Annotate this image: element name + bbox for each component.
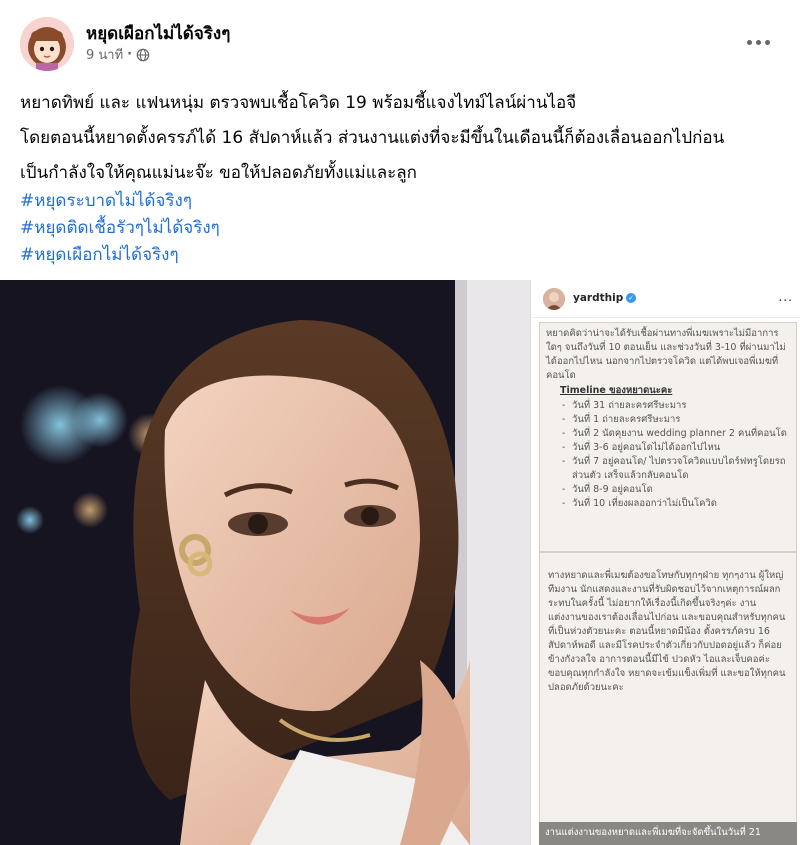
ig-header: yardthip ✓ ... [531,280,800,318]
ig-avatar [543,288,565,310]
hashtag-link[interactable]: #หยุดติดเชื้อรัวๆไม่ได้จริงๆ [20,215,220,242]
post-header: หยุดเผือกไม่ได้จริงๆ 9 นาที · [0,0,800,80]
ig-username-text: yardthip [573,292,624,304]
portrait-photo [0,280,530,845]
ig-username: yardthip ✓ [573,292,637,304]
ig-note-timeline: หยาดคิดว่าน่าจะได้รับเชื้อผ่านทางพี่เมฆเ… [539,322,797,552]
ig-note-apology: ทางหยาดและพี่เมฆต้องขอโทษกับทุกๆฝ่าย ทุก… [539,552,797,842]
page-name[interactable]: หยุดเผือกไม่ได้จริงๆ [86,20,230,47]
post-text-line: เป็นกำลังใจให้คุณแม่นะจ๊ะ ขอให้ปลอดภัยทั… [20,163,417,183]
timeline-item: วันที่ 31 ถ่ายละครศรีษะมาร [546,399,790,413]
post-image[interactable]: yardthip ✓ ... หยาดคิดว่าน่าจะได้รับเชื้อ… [0,280,800,845]
timeline-item: วันที่ 7 อยู่คอนโด/ ไปตรวจโควิดแบบไดร์ฟท… [546,455,790,483]
timeline-item: วันที่ 3-6 อยู่คอนโดไม่ได้ออกไปไหน [546,441,790,455]
timeline-item: วันที่ 2 นัดคุยงาน wedding planner 2 คนท… [546,427,790,441]
post-time[interactable]: 9 นาที [86,44,123,65]
hashtag-link[interactable]: #หยุดเผือกไม่ได้จริงๆ [20,242,220,269]
hashtag-link[interactable]: #หยุดระบาดไม่ได้จริงๆ [20,188,220,215]
post-text: หยาดทิพย์ และ แฟนหนุ่ม ตรวจพบเชื้อโควิด … [20,86,790,191]
post-text-line: โดยตอนนี้หยาดตั้งครรภ์ได้ 16 สัปดาห์แล้ว… [20,128,725,148]
ig-more-icon: ... [778,290,793,304]
note-intro: หยาดคิดว่าน่าจะได้รับเชื้อผ่านทางพี่เมฆเ… [546,328,786,381]
verified-badge-icon: ✓ [626,293,637,303]
ig-note-wedding: งานแต่งงานของหยาดและพี่เมฆที่จะจัดขึ้นใน… [539,822,797,845]
timeline-item: วันที่ 10 เที่ยงผลออกว่าไม่เป็นโควิด [546,497,790,511]
page-avatar[interactable] [20,17,74,71]
meta-separator: · [127,47,133,62]
timeline-item: วันที่ 1 ถ่ายละครศรีษะมาร [546,413,790,427]
instagram-screenshot: yardthip ✓ ... หยาดคิดว่าน่าจะได้รับเชื้อ… [530,280,800,845]
hashtag-list: #หยุดระบาดไม่ได้จริงๆ #หยุดติดเชื้อรัวๆไ… [20,188,220,269]
apology-text: ทางหยาดและพี่เมฆต้องขอโทษกับทุกๆฝ่าย ทุก… [548,570,786,693]
post-meta: 9 นาที · [86,44,150,65]
globe-icon[interactable] [136,48,150,62]
more-horizontal-icon[interactable] [740,28,776,56]
timeline-item: วันที่ 8-9 อยู่คอนโด [546,483,790,497]
timeline-title: Timeline ของหยาดนะคะ [560,385,673,396]
post-text-line: หยาดทิพย์ และ แฟนหนุ่ม ตรวจพบเชื้อโควิด … [20,93,577,113]
